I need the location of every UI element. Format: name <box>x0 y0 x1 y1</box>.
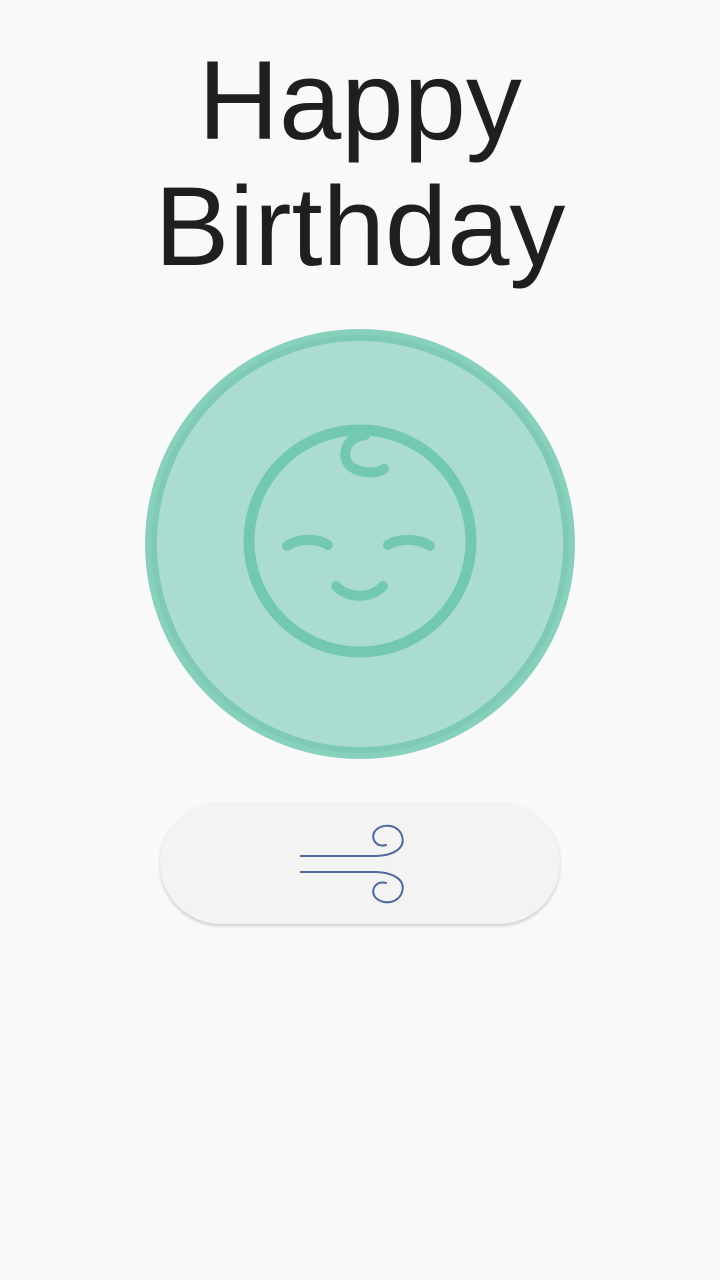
wind-icon <box>300 824 404 904</box>
baby-avatar <box>143 327 577 761</box>
greeting-title: Happy Birthday <box>0 38 720 290</box>
greeting-line-1: Happy <box>198 38 522 163</box>
blow-candles-button[interactable] <box>160 802 560 924</box>
app-screen: Happy Birthday <box>0 0 720 1280</box>
greeting-line-2: Birthday <box>154 164 566 289</box>
avatar-disc <box>151 335 569 753</box>
baby-face-icon <box>145 329 575 759</box>
